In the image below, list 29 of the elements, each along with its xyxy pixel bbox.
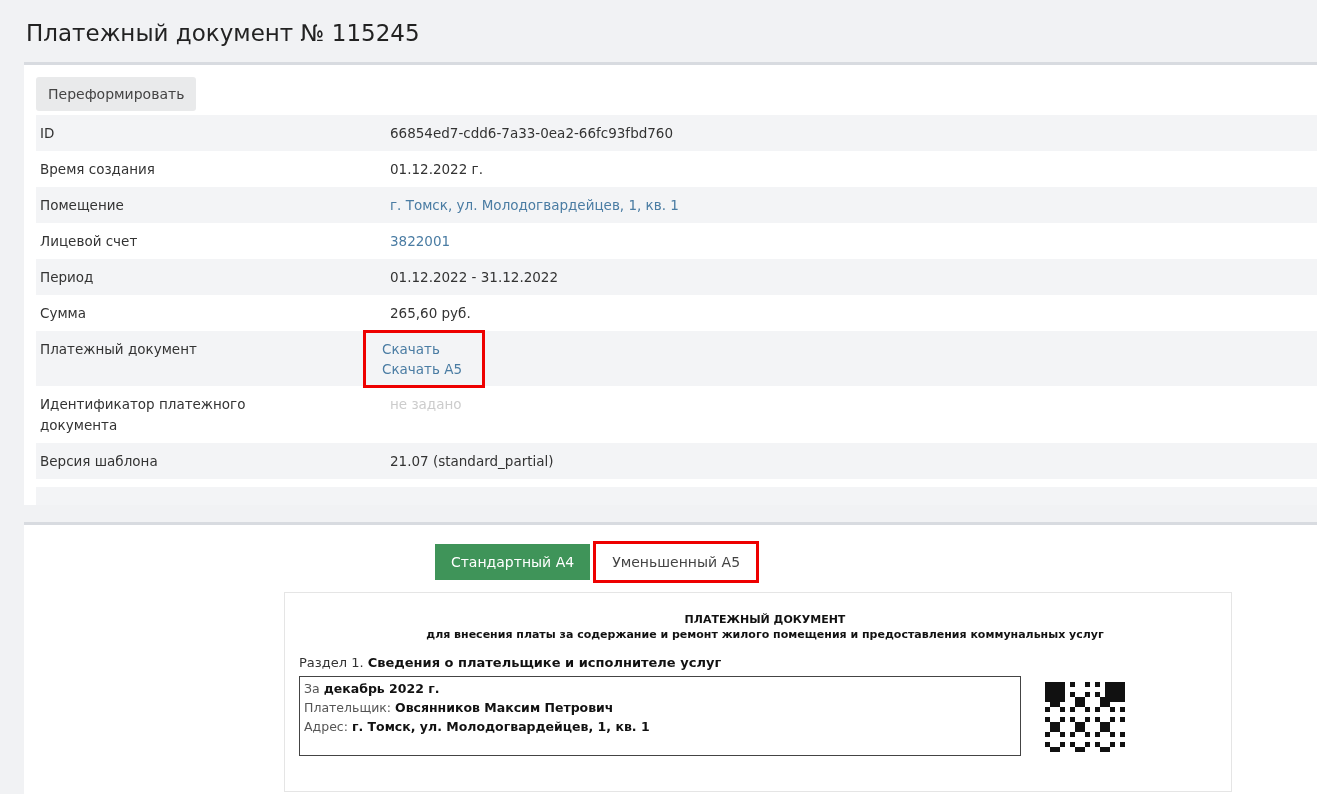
field-value: 265,60 руб. (390, 304, 471, 323)
link[interactable]: 3822001 (390, 231, 451, 251)
format-tab[interactable]: Стандартный А4 (434, 544, 591, 580)
reform-button[interactable]: Переформировать (36, 77, 197, 111)
payer-info-line: Плательщик: Овсянников Максим Петрович (304, 699, 615, 717)
link[interactable]: Скачать А5 (382, 359, 463, 379)
document-heading: ПЛАТЕЖНЫЙ ДОКУМЕНТ (683, 613, 847, 626)
section-title: Раздел 1. Сведения о плательщике и исполнителе услуг (299, 655, 723, 670)
document-subheading: для внесения платы за содержание и ремонт жилого помещения и предоставления коммунальных услуг (425, 628, 1105, 641)
field-label: Период (39, 268, 95, 287)
field-value: 01.12.2022 г. (390, 160, 483, 179)
field-label: Помещение (39, 196, 125, 215)
field-value: 66854ed7-cdd6-7a33-0ea2-66fc93fbd760 (390, 124, 674, 143)
qr-code-icon (1045, 682, 1125, 752)
link[interactable]: г. Томск, ул. Молодогвардейцев, 1, кв. 1 (390, 195, 679, 215)
field-label: Идентификатор платежного документа (39, 395, 247, 435)
field-value: 01.12.2022 - 31.12.2022 (390, 268, 559, 287)
field-label: Сумма (39, 304, 88, 323)
field-label: Платежный документ (39, 340, 198, 359)
link[interactable]: Скачать (382, 339, 440, 359)
field-label: Версия шаблона (39, 452, 159, 471)
format-tab[interactable]: Уменьшенный А5 (596, 544, 757, 580)
field-label: Лицевой счет (39, 232, 139, 251)
payer-info-line: За декабрь 2022 г. (304, 680, 441, 698)
payer-info-line: Адрес: г. Томск, ул. Молодогвардейцев, 1, кв. 1 (304, 718, 651, 736)
field-label: Время создания (39, 160, 156, 179)
field-value: 21.07 (standard_partial) (390, 452, 554, 471)
page-title: Платежный документ № 115245 (25, 19, 421, 48)
field-label: ID (39, 124, 56, 143)
